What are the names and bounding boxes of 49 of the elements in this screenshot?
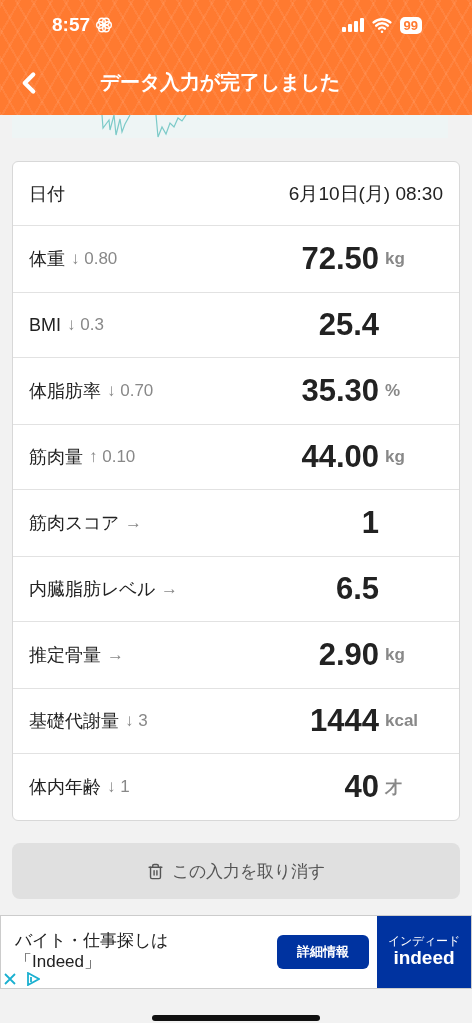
measurement-value: 40 [344,769,379,805]
wifi-icon [371,15,392,35]
date-value: 6月10日(月) 08:30 [288,181,443,206]
row-label: 推定骨量 [29,644,101,667]
logo-reading: インディード [388,935,460,947]
row-label: 基礎代謝量 [29,710,119,733]
details-button[interactable]: 詳細情報 [277,935,369,969]
trend-text: ↓ 1 [107,777,130,797]
signal-icon [341,18,364,32]
battery-icon: 99 [399,16,422,34]
flower-icon [95,16,114,34]
page-title: データ入力が完了しました [100,70,340,95]
measurement-value: 1444 [310,703,379,739]
unit-label: kg [385,249,405,268]
trend-text: ↓ 0.3 [67,315,104,335]
logo-text: indeed [393,947,455,969]
trend-text: ↓ 0.70 [107,381,154,401]
unit-label: % [385,381,401,400]
status-time: 8:57 [52,14,91,36]
trend-text: ↓ 3 [125,711,148,731]
measurement-value: 6.5 [335,571,379,607]
cancel-button[interactable]: この入力を取り消す [12,843,460,899]
trash-icon [147,862,164,880]
row-label: 筋肉量 [29,446,83,469]
row-label: 日付 [29,182,65,206]
measurement-value: 1 [361,505,379,541]
trend-text: → [161,579,178,599]
row-label: 内臓脂肪レベル [29,578,155,601]
trend-text: ↑ 0.10 [89,447,136,467]
unit-label: 才 [385,777,402,797]
measurement-value: 72.50 [301,241,379,277]
measurement-value: 2.90 [318,637,379,673]
unit-label: kg [385,447,405,466]
trend-text: → [107,645,124,665]
row-label: BMI [29,314,61,336]
unit-label: kcal [385,711,419,730]
ad-text: バイト・仕事探しは [15,930,168,952]
measurement-value: 44.00 [301,439,379,475]
row-label: 体脂肪率 [29,380,101,403]
ad-text: 「Indeed」 [15,951,101,973]
row-label: 体内年齢 [29,776,101,799]
measurement-value: 25.4 [318,307,379,343]
ad-choices-icon[interactable] [4,972,40,986]
row-label: 体重 [29,248,65,271]
unit-label: kg [385,645,405,664]
trend-text: → [125,513,142,533]
row-label: 筋肉スコア [29,512,119,535]
trend-text: ↓ 0.80 [71,249,118,269]
measurement-value: 35.30 [301,373,379,409]
